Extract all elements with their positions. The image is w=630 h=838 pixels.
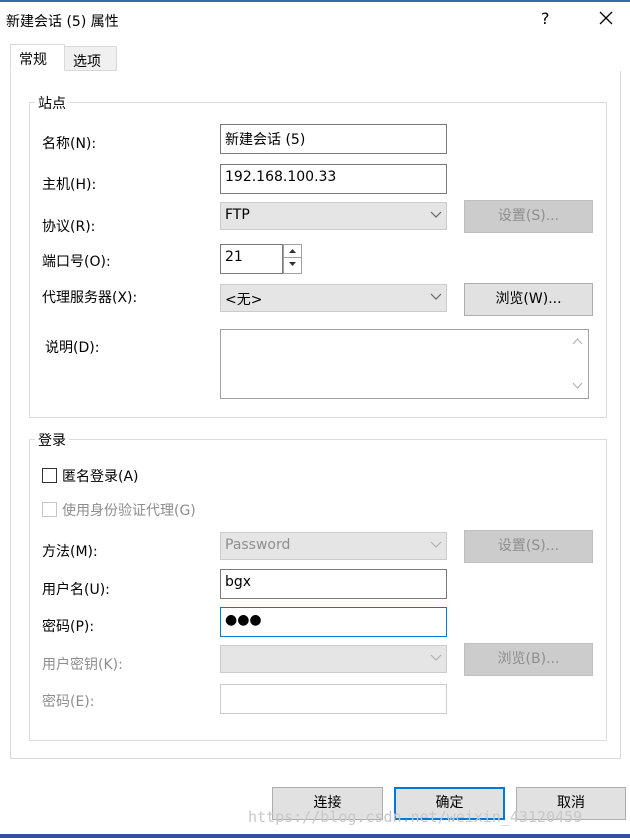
method-settings-button[interactable]: 设置(S)... <box>464 530 593 563</box>
name-input[interactable]: 新建会话 (5) <box>220 124 447 154</box>
user-key-browse-button[interactable]: 浏览(B)... <box>464 643 593 676</box>
port-up-button[interactable] <box>284 245 301 258</box>
protocol-label: 协议(R): <box>42 219 96 235</box>
chevron-down-icon <box>430 293 442 300</box>
host-input[interactable]: 192.168.100.33 <box>220 164 447 194</box>
method-select[interactable]: Password <box>220 532 447 560</box>
proxy-browse-button[interactable]: 浏览(W)... <box>464 283 593 316</box>
tab-options[interactable]: 选项 <box>64 46 117 71</box>
port-down-button[interactable] <box>284 258 301 271</box>
protocol-settings-button[interactable]: 设置(S)... <box>464 200 593 233</box>
protocol-value: FTP <box>225 207 250 223</box>
close-button[interactable] <box>594 6 618 30</box>
port-input[interactable]: 21 <box>220 244 283 274</box>
password-input[interactable]: ●●● <box>220 607 447 637</box>
help-button[interactable]: ? <box>541 9 550 28</box>
close-icon <box>599 11 613 25</box>
arrow-down-icon <box>289 262 296 266</box>
port-label: 端口号(O): <box>42 254 111 270</box>
protocol-select[interactable]: FTP <box>220 202 447 230</box>
name-label: 名称(N): <box>42 136 97 152</box>
method-value: Password <box>225 537 291 553</box>
user-key-select[interactable] <box>220 645 447 673</box>
proxy-label: 代理服务器(X): <box>42 290 138 306</box>
port-spinner[interactable] <box>283 244 302 274</box>
window-title: 新建会话 (5) 属性 <box>6 14 119 30</box>
proxy-value: <无> <box>225 292 263 308</box>
anonymous-checkbox[interactable] <box>42 468 57 483</box>
chevron-down-icon <box>430 211 442 218</box>
site-group-label: 站点 <box>35 93 69 113</box>
method-label: 方法(M): <box>42 544 98 560</box>
passphrase-label: 密码(E): <box>42 694 95 710</box>
anonymous-label[interactable]: 匿名登录(A) <box>62 466 139 486</box>
passphrase-input[interactable] <box>220 684 447 714</box>
description-label: 说明(D): <box>45 340 100 356</box>
watermark: https://blog.csdn.net/weixin_43120459 <box>248 808 583 826</box>
user-key-label: 用户密钥(K): <box>42 657 123 673</box>
window-bottom-border <box>0 834 630 838</box>
chevron-down-icon <box>430 541 442 548</box>
password-label: 密码(P): <box>42 619 95 635</box>
tab-general[interactable]: 常规 <box>10 44 65 71</box>
arrow-up-icon <box>289 249 296 253</box>
window-top-border <box>0 0 630 2</box>
host-label: 主机(H): <box>42 177 97 193</box>
auth-proxy-checkbox[interactable] <box>42 502 57 517</box>
description-scrollbar[interactable] <box>568 331 587 397</box>
description-textarea[interactable] <box>220 329 589 399</box>
proxy-select[interactable]: <无> <box>220 284 447 312</box>
username-label: 用户名(U): <box>42 582 110 598</box>
chevron-down-icon <box>430 654 442 661</box>
username-input[interactable]: bgx <box>220 569 447 599</box>
auth-proxy-label: 使用身份验证代理(G) <box>62 503 196 519</box>
login-group-label: 登录 <box>35 430 69 450</box>
